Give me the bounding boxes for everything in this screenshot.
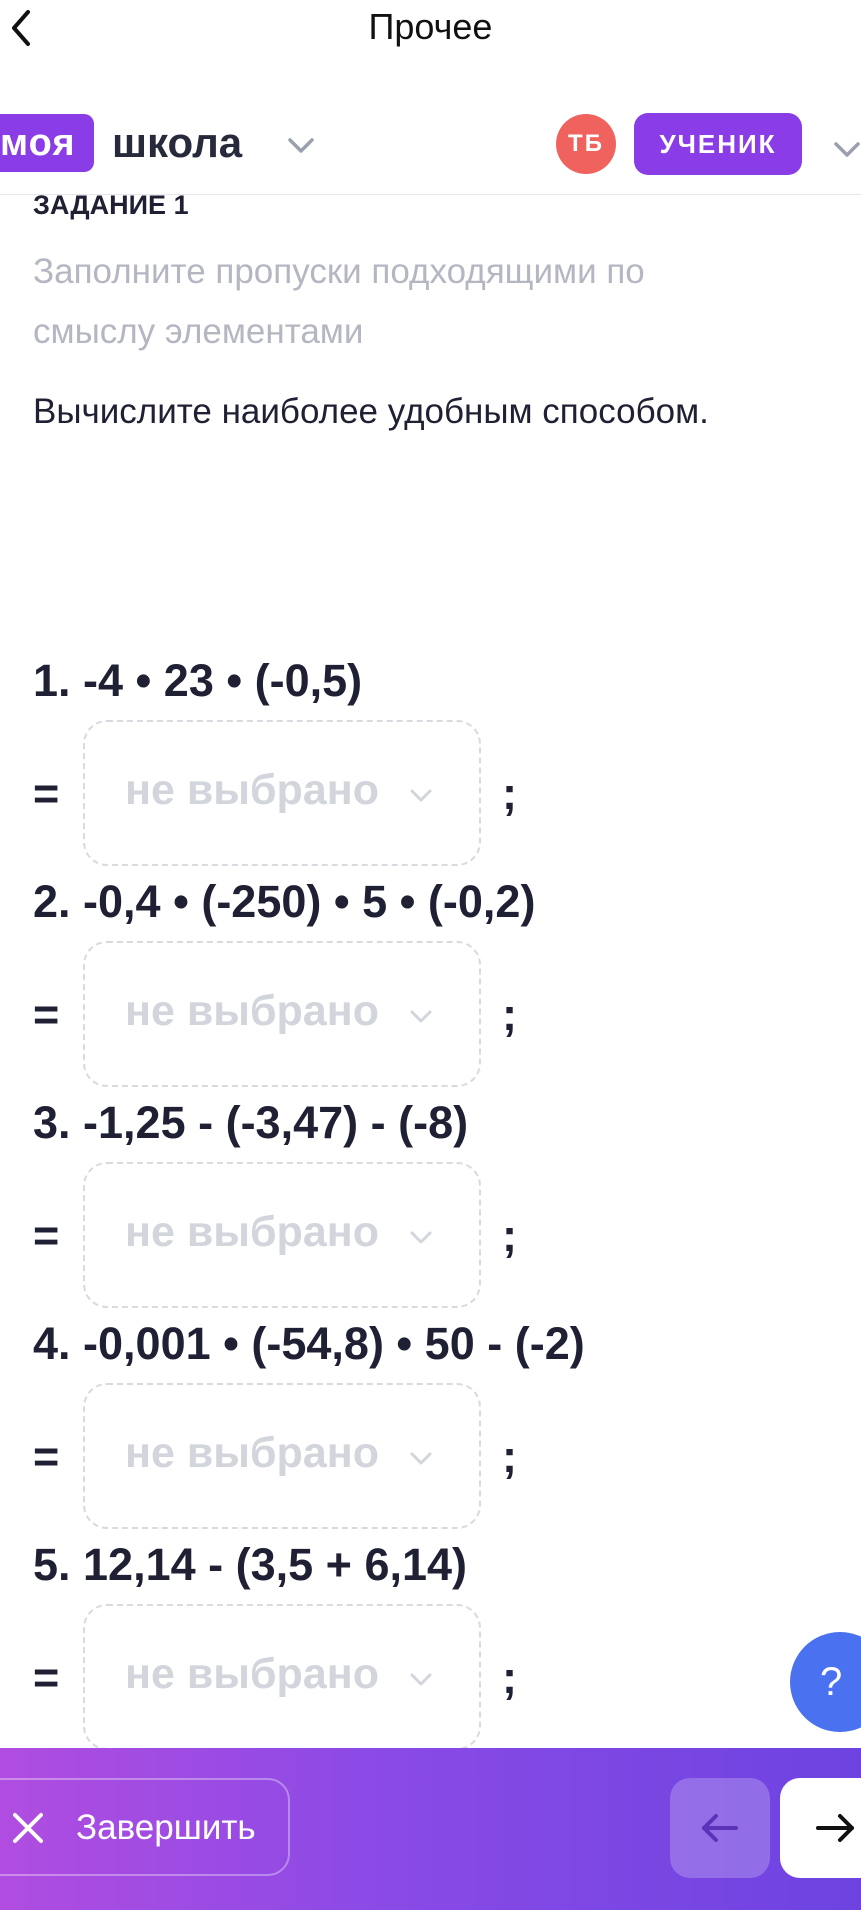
answer-select-value: не выбрано	[125, 1208, 379, 1256]
task-heading: ЗАДАНИЕ 1	[33, 190, 189, 220]
close-icon	[13, 1813, 43, 1843]
equals-sign: =	[33, 1652, 60, 1703]
equals-sign: =	[33, 768, 60, 819]
role-badge[interactable]: УЧЕНИК	[634, 113, 802, 175]
terminator: ;	[502, 1210, 517, 1261]
expression-1: 1. -4 • 23 • (-0,5)	[33, 655, 363, 706]
answer-select-value: не выбрано	[125, 766, 379, 814]
bottom-action-bar: Завершить	[0, 1748, 861, 1910]
chevron-down-icon[interactable]	[830, 134, 861, 164]
equals-sign: =	[33, 989, 60, 1040]
expression-3: 3. -1,25 - (-3,47) - (-8)	[33, 1097, 469, 1148]
answer-select-3[interactable]: не выбрано	[83, 1162, 481, 1308]
finish-button[interactable]: Завершить	[0, 1778, 290, 1876]
chevron-down-icon	[410, 1010, 432, 1023]
equals-sign: =	[33, 1210, 60, 1261]
logo-shkola: школа	[112, 119, 243, 166]
bottom-safe-area	[0, 1910, 861, 1920]
chevron-down-icon	[410, 1673, 432, 1686]
answer-select-2[interactable]: не выбрано	[83, 941, 481, 1087]
top-navigation: Прочее	[0, 0, 861, 70]
answer-select-value: не выбрано	[125, 1650, 379, 1698]
chevron-down-icon[interactable]	[284, 130, 318, 160]
terminator: ;	[502, 1431, 517, 1482]
answer-select-4[interactable]: не выбрано	[83, 1383, 481, 1529]
expression-2: 2. -0,4 • (-250) • 5 • (-0,2)	[33, 876, 536, 927]
expression-4: 4. -0,001 • (-54,8) • 50 - (-2)	[33, 1318, 585, 1369]
terminator: ;	[502, 989, 517, 1040]
answer-select-1[interactable]: не выбрано	[83, 720, 481, 866]
logo-moya: моя	[0, 114, 94, 172]
help-button[interactable]: ?	[790, 1632, 861, 1732]
app-header: моя школа ТБ УЧЕНИК	[0, 104, 861, 195]
arrow-left-icon	[702, 1814, 738, 1842]
equals-sign: =	[33, 1431, 60, 1482]
task-question: Вычислите наиболее удобным способом.	[33, 392, 709, 431]
finish-button-label: Завершить	[76, 1808, 256, 1847]
previous-button[interactable]	[670, 1778, 770, 1878]
answer-select-value: не выбрано	[125, 987, 379, 1035]
answer-select-value: не выбрано	[125, 1429, 379, 1477]
page-title: Прочее	[368, 6, 493, 47]
expression-5: 5. 12,14 - (3,5 + 6,14)	[33, 1539, 468, 1590]
task-instruction: Заполните пропуски подходящими по смыслу…	[33, 252, 645, 351]
arrow-right-icon	[816, 1814, 854, 1842]
terminator: ;	[502, 1652, 517, 1703]
answer-select-5[interactable]: не выбрано	[83, 1604, 481, 1750]
next-button[interactable]	[780, 1778, 861, 1878]
avatar[interactable]: ТБ	[556, 114, 616, 174]
chevron-down-icon	[410, 789, 432, 802]
chevron-down-icon	[410, 1231, 432, 1244]
terminator: ;	[502, 768, 517, 819]
chevron-down-icon	[410, 1452, 432, 1465]
